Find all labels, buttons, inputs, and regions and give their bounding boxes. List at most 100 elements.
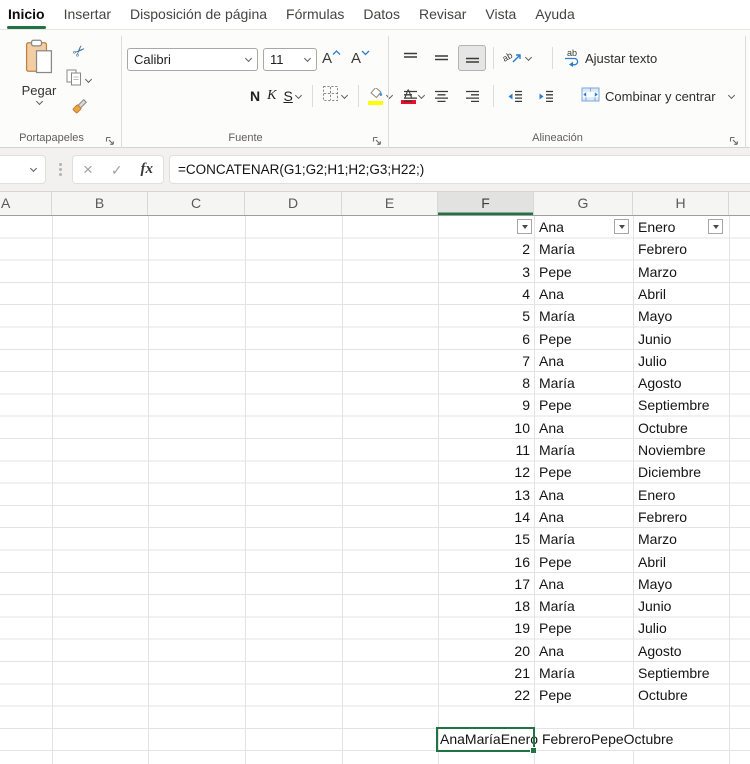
font-size-select[interactable]: 11 — [263, 48, 317, 71]
table-cell[interactable]: María — [539, 439, 575, 461]
ribbon-tab[interactable]: Insertar — [64, 0, 111, 30]
formula-input[interactable]: =CONCATENAR(G1;G2;H1;H2;G3;H22;) — [169, 155, 750, 184]
filter-dropdown-h[interactable] — [708, 219, 723, 234]
table-cell[interactable]: Octubre — [638, 417, 688, 439]
table-cell[interactable]: Agosto — [638, 372, 682, 394]
cell-g1[interactable]: Ana — [539, 216, 564, 238]
table-cell[interactable]: Ana — [539, 283, 564, 305]
table-cell[interactable]: 12 — [438, 461, 530, 483]
table-cell[interactable]: 19 — [438, 617, 530, 639]
table-cell[interactable]: María — [539, 305, 575, 327]
table-cell[interactable]: Junio — [638, 328, 671, 350]
wrap-text-button[interactable]: ab Ajustar texto — [564, 49, 657, 67]
italic-button[interactable]: K — [265, 83, 278, 109]
font-name-select[interactable]: Calibri — [127, 48, 258, 71]
table-cell[interactable]: María — [539, 238, 575, 260]
table-cell[interactable]: 14 — [438, 506, 530, 528]
table-cell[interactable]: 22 — [438, 684, 530, 706]
table-cell[interactable]: 6 — [438, 328, 530, 350]
table-cell[interactable]: Abril — [638, 551, 666, 573]
table-cell[interactable]: Ana — [539, 640, 564, 662]
bold-button[interactable]: N — [248, 83, 262, 109]
selected-cell[interactable] — [436, 727, 537, 754]
align-right-button[interactable] — [458, 83, 486, 109]
table-cell[interactable]: 7 — [438, 350, 530, 372]
ribbon-tab[interactable]: Ayuda — [535, 0, 574, 30]
table-cell[interactable]: Ana — [539, 484, 564, 506]
table-cell[interactable]: María — [539, 662, 575, 684]
table-cell[interactable]: Marzo — [638, 261, 677, 283]
ribbon-tab[interactable]: Fórmulas — [286, 0, 344, 30]
table-cell[interactable]: Septiembre — [638, 662, 710, 684]
table-cell[interactable]: Pepe — [539, 328, 572, 350]
table-cell[interactable]: Abril — [638, 283, 666, 305]
decrease-font-size-button[interactable]: A — [351, 48, 370, 74]
table-cell[interactable]: 8 — [438, 372, 530, 394]
column-header[interactable]: E — [342, 192, 438, 215]
align-left-button[interactable] — [396, 83, 424, 109]
column-header[interactable] — [729, 192, 750, 215]
table-cell[interactable]: María — [539, 372, 575, 394]
table-cell[interactable]: 17 — [438, 573, 530, 595]
enter-button[interactable]: ✓ — [111, 163, 123, 177]
paste-button[interactable]: Pegar — [14, 39, 64, 125]
table-cell[interactable]: María — [539, 528, 575, 550]
table-cell[interactable]: Junio — [638, 595, 671, 617]
table-cell[interactable]: 4 — [438, 283, 530, 305]
table-cell[interactable]: Ana — [539, 573, 564, 595]
table-cell[interactable]: 5 — [438, 305, 530, 327]
table-cell[interactable]: Enero — [638, 484, 675, 506]
column-header[interactable]: F — [438, 192, 534, 215]
font-dialog-launcher-icon[interactable] — [372, 133, 382, 145]
table-cell[interactable]: María — [539, 595, 575, 617]
name-box[interactable] — [0, 155, 46, 184]
column-header[interactable]: A — [0, 192, 52, 215]
table-cell[interactable]: Noviembre — [638, 439, 706, 461]
table-cell[interactable]: Pepe — [539, 461, 572, 483]
column-header[interactable]: B — [52, 192, 148, 215]
table-cell[interactable]: Pepe — [539, 261, 572, 283]
table-cell[interactable]: Ana — [539, 417, 564, 439]
table-cell[interactable]: 16 — [438, 551, 530, 573]
borders-button[interactable] — [320, 83, 351, 109]
table-cell[interactable]: Mayo — [638, 573, 672, 595]
table-cell[interactable]: 9 — [438, 394, 530, 416]
table-cell[interactable]: 21 — [438, 662, 530, 684]
column-header[interactable]: G — [534, 192, 633, 215]
ribbon-tab[interactable]: Inicio — [7, 0, 46, 30]
table-cell[interactable]: 18 — [438, 595, 530, 617]
column-header[interactable]: C — [148, 192, 245, 215]
insert-function-button[interactable]: fx — [140, 161, 153, 178]
merge-center-button[interactable]: Combinar y centrar — [581, 87, 736, 105]
table-cell[interactable]: Pepe — [539, 394, 572, 416]
table-cell[interactable]: Mayo — [638, 305, 672, 327]
table-cell[interactable]: 3 — [438, 261, 530, 283]
cut-button[interactable]: ✂ — [58, 39, 100, 63]
table-cell[interactable]: 15 — [438, 528, 530, 550]
filter-dropdown-f[interactable] — [517, 219, 532, 234]
filter-dropdown-g[interactable] — [614, 219, 629, 234]
grid-body[interactable]: Ana Enero 2 María Febrero 3 Pepe Marzo 4 Ana Abr… — [0, 216, 750, 764]
align-middle-button[interactable] — [427, 45, 455, 71]
increase-indent-button[interactable] — [532, 83, 560, 109]
decrease-indent-button[interactable] — [501, 83, 529, 109]
column-header[interactable]: H — [633, 192, 729, 215]
align-top-button[interactable] — [396, 45, 424, 71]
column-header[interactable]: D — [245, 192, 342, 215]
table-cell[interactable]: Pepe — [539, 551, 572, 573]
table-cell[interactable]: Marzo — [638, 528, 677, 550]
orientation-button[interactable]: ab — [501, 45, 535, 71]
table-cell[interactable]: 10 — [438, 417, 530, 439]
table-cell[interactable]: Febrero — [638, 238, 687, 260]
format-painter-button[interactable] — [58, 97, 100, 121]
table-cell[interactable]: Septiembre — [638, 394, 710, 416]
table-cell[interactable]: Julio — [638, 617, 667, 639]
table-cell[interactable]: Julio — [638, 350, 667, 372]
table-cell[interactable]: Agosto — [638, 640, 682, 662]
copy-button[interactable] — [58, 68, 100, 92]
table-cell[interactable]: 11 — [438, 439, 530, 461]
table-cell[interactable]: Pepe — [539, 684, 572, 706]
cell-h1[interactable]: Enero — [638, 216, 675, 238]
alignment-dialog-launcher-icon[interactable] — [729, 133, 739, 145]
table-cell[interactable]: Ana — [539, 506, 564, 528]
